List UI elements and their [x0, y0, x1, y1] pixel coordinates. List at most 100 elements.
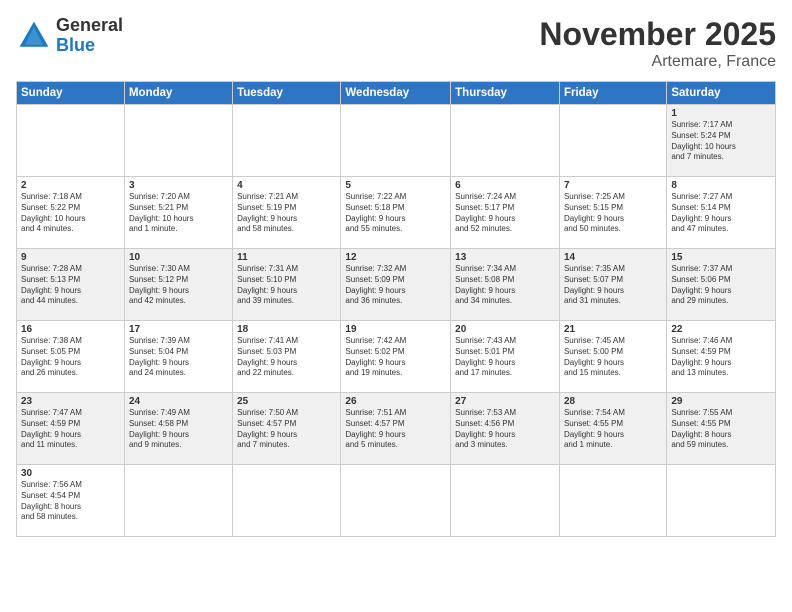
calendar-cell: 28Sunrise: 7:54 AM Sunset: 4:55 PM Dayli… [559, 393, 666, 465]
calendar-cell: 1Sunrise: 7:17 AM Sunset: 5:24 PM Daylig… [667, 105, 776, 177]
calendar-cell: 23Sunrise: 7:47 AM Sunset: 4:59 PM Dayli… [17, 393, 125, 465]
calendar-cell: 10Sunrise: 7:30 AM Sunset: 5:12 PM Dayli… [124, 249, 232, 321]
calendar-cell: 6Sunrise: 7:24 AM Sunset: 5:17 PM Daylig… [451, 177, 560, 249]
day-number: 16 [21, 324, 120, 335]
calendar-cell: 14Sunrise: 7:35 AM Sunset: 5:07 PM Dayli… [559, 249, 666, 321]
day-number: 1 [671, 108, 771, 119]
day-info: Sunrise: 7:18 AM Sunset: 5:22 PM Dayligh… [21, 192, 120, 235]
day-info: Sunrise: 7:31 AM Sunset: 5:10 PM Dayligh… [237, 264, 336, 307]
calendar-week-row-3: 9Sunrise: 7:28 AM Sunset: 5:13 PM Daylig… [17, 249, 776, 321]
day-info: Sunrise: 7:45 AM Sunset: 5:00 PM Dayligh… [564, 336, 662, 379]
month-title: November 2025 [539, 16, 776, 53]
calendar-cell [124, 105, 232, 177]
calendar-header-monday: Monday [124, 82, 232, 105]
calendar-cell: 12Sunrise: 7:32 AM Sunset: 5:09 PM Dayli… [341, 249, 451, 321]
day-info: Sunrise: 7:49 AM Sunset: 4:58 PM Dayligh… [129, 408, 228, 451]
calendar-header-tuesday: Tuesday [233, 82, 341, 105]
calendar-cell [559, 105, 666, 177]
day-number: 5 [345, 180, 446, 191]
day-info: Sunrise: 7:47 AM Sunset: 4:59 PM Dayligh… [21, 408, 120, 451]
day-number: 14 [564, 252, 662, 263]
location: Artemare, France [539, 53, 776, 71]
day-info: Sunrise: 7:39 AM Sunset: 5:04 PM Dayligh… [129, 336, 228, 379]
day-number: 10 [129, 252, 228, 263]
day-number: 28 [564, 396, 662, 407]
day-info: Sunrise: 7:35 AM Sunset: 5:07 PM Dayligh… [564, 264, 662, 307]
calendar-cell: 26Sunrise: 7:51 AM Sunset: 4:57 PM Dayli… [341, 393, 451, 465]
calendar-cell: 19Sunrise: 7:42 AM Sunset: 5:02 PM Dayli… [341, 321, 451, 393]
day-number: 26 [345, 396, 446, 407]
day-number: 29 [671, 396, 771, 407]
day-info: Sunrise: 7:50 AM Sunset: 4:57 PM Dayligh… [237, 408, 336, 451]
day-info: Sunrise: 7:41 AM Sunset: 5:03 PM Dayligh… [237, 336, 336, 379]
calendar-cell [341, 105, 451, 177]
page: General Blue November 2025 Artemare, Fra… [0, 0, 792, 612]
day-number: 12 [345, 252, 446, 263]
calendar-header-wednesday: Wednesday [341, 82, 451, 105]
day-info: Sunrise: 7:43 AM Sunset: 5:01 PM Dayligh… [455, 336, 555, 379]
day-number: 21 [564, 324, 662, 335]
day-info: Sunrise: 7:34 AM Sunset: 5:08 PM Dayligh… [455, 264, 555, 307]
calendar-cell [667, 465, 776, 537]
calendar-cell [451, 465, 560, 537]
calendar-cell [341, 465, 451, 537]
calendar-cell: 4Sunrise: 7:21 AM Sunset: 5:19 PM Daylig… [233, 177, 341, 249]
calendar-table: SundayMondayTuesdayWednesdayThursdayFrid… [16, 81, 776, 537]
calendar-cell [124, 465, 232, 537]
calendar-cell: 27Sunrise: 7:53 AM Sunset: 4:56 PM Dayli… [451, 393, 560, 465]
calendar-cell: 22Sunrise: 7:46 AM Sunset: 4:59 PM Dayli… [667, 321, 776, 393]
day-info: Sunrise: 7:38 AM Sunset: 5:05 PM Dayligh… [21, 336, 120, 379]
calendar-header-friday: Friday [559, 82, 666, 105]
calendar-cell: 30Sunrise: 7:56 AM Sunset: 4:54 PM Dayli… [17, 465, 125, 537]
calendar-cell: 3Sunrise: 7:20 AM Sunset: 5:21 PM Daylig… [124, 177, 232, 249]
logo-icon [16, 18, 52, 54]
day-info: Sunrise: 7:30 AM Sunset: 5:12 PM Dayligh… [129, 264, 228, 307]
day-info: Sunrise: 7:27 AM Sunset: 5:14 PM Dayligh… [671, 192, 771, 235]
calendar-cell: 9Sunrise: 7:28 AM Sunset: 5:13 PM Daylig… [17, 249, 125, 321]
day-info: Sunrise: 7:20 AM Sunset: 5:21 PM Dayligh… [129, 192, 228, 235]
day-number: 30 [21, 468, 120, 479]
day-info: Sunrise: 7:46 AM Sunset: 4:59 PM Dayligh… [671, 336, 771, 379]
calendar-cell: 2Sunrise: 7:18 AM Sunset: 5:22 PM Daylig… [17, 177, 125, 249]
calendar-header-row: SundayMondayTuesdayWednesdayThursdayFrid… [17, 82, 776, 105]
day-number: 20 [455, 324, 555, 335]
calendar-header-thursday: Thursday [451, 82, 560, 105]
day-number: 18 [237, 324, 336, 335]
calendar-week-row-5: 23Sunrise: 7:47 AM Sunset: 4:59 PM Dayli… [17, 393, 776, 465]
day-info: Sunrise: 7:25 AM Sunset: 5:15 PM Dayligh… [564, 192, 662, 235]
day-number: 2 [21, 180, 120, 191]
day-number: 6 [455, 180, 555, 191]
day-number: 11 [237, 252, 336, 263]
calendar-header-sunday: Sunday [17, 82, 125, 105]
day-number: 24 [129, 396, 228, 407]
day-info: Sunrise: 7:24 AM Sunset: 5:17 PM Dayligh… [455, 192, 555, 235]
day-info: Sunrise: 7:17 AM Sunset: 5:24 PM Dayligh… [671, 120, 771, 163]
day-info: Sunrise: 7:54 AM Sunset: 4:55 PM Dayligh… [564, 408, 662, 451]
day-number: 8 [671, 180, 771, 191]
logo-general-text: General [56, 16, 123, 36]
calendar-cell: 25Sunrise: 7:50 AM Sunset: 4:57 PM Dayli… [233, 393, 341, 465]
day-info: Sunrise: 7:56 AM Sunset: 4:54 PM Dayligh… [21, 480, 120, 523]
logo-text: General Blue [56, 16, 123, 56]
day-info: Sunrise: 7:55 AM Sunset: 4:55 PM Dayligh… [671, 408, 771, 451]
calendar-cell [559, 465, 666, 537]
logo: General Blue [16, 16, 123, 56]
day-info: Sunrise: 7:32 AM Sunset: 5:09 PM Dayligh… [345, 264, 446, 307]
calendar-cell: 5Sunrise: 7:22 AM Sunset: 5:18 PM Daylig… [341, 177, 451, 249]
day-number: 25 [237, 396, 336, 407]
calendar-header-saturday: Saturday [667, 82, 776, 105]
day-number: 3 [129, 180, 228, 191]
day-info: Sunrise: 7:28 AM Sunset: 5:13 PM Dayligh… [21, 264, 120, 307]
calendar-week-row-4: 16Sunrise: 7:38 AM Sunset: 5:05 PM Dayli… [17, 321, 776, 393]
calendar-cell: 24Sunrise: 7:49 AM Sunset: 4:58 PM Dayli… [124, 393, 232, 465]
day-number: 27 [455, 396, 555, 407]
day-info: Sunrise: 7:21 AM Sunset: 5:19 PM Dayligh… [237, 192, 336, 235]
calendar-week-row-2: 2Sunrise: 7:18 AM Sunset: 5:22 PM Daylig… [17, 177, 776, 249]
calendar-cell: 21Sunrise: 7:45 AM Sunset: 5:00 PM Dayli… [559, 321, 666, 393]
day-info: Sunrise: 7:42 AM Sunset: 5:02 PM Dayligh… [345, 336, 446, 379]
calendar-cell [17, 105, 125, 177]
day-info: Sunrise: 7:37 AM Sunset: 5:06 PM Dayligh… [671, 264, 771, 307]
day-number: 7 [564, 180, 662, 191]
day-number: 17 [129, 324, 228, 335]
title-block: November 2025 Artemare, France [539, 16, 776, 71]
